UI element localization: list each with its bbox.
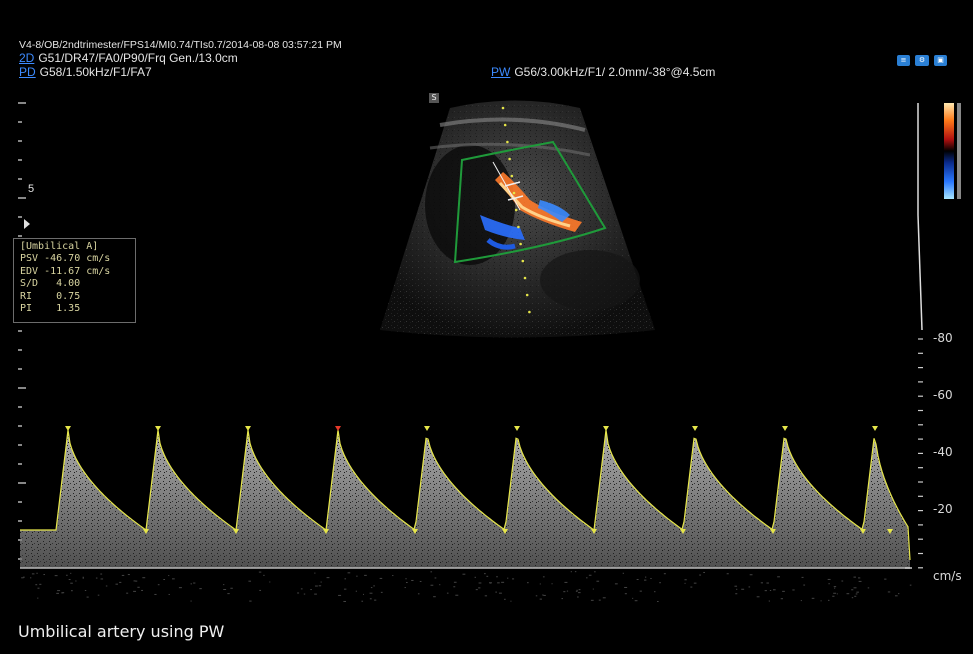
mode-pw-link[interactable]: PW xyxy=(491,65,510,79)
measurement-row-psv: PSV -46.70 cm/s xyxy=(20,253,135,265)
ultrasound-graphics xyxy=(0,0,973,610)
scale-line-lower xyxy=(918,215,922,330)
mode-pd-link[interactable]: PD xyxy=(19,65,36,79)
measurement-row-sd: S/D 4.00 xyxy=(20,278,135,290)
velocity-tick-label: -80 xyxy=(933,331,953,345)
velocity-tick-label: -40 xyxy=(933,445,953,459)
velocity-tick-label: -60 xyxy=(933,388,953,402)
velocity-unit-label: cm/s xyxy=(933,569,962,583)
measurement-row-ri: RI 0.75 xyxy=(20,291,135,303)
measurement-row-pi: PI 1.35 xyxy=(20,303,135,315)
2d-params-row: 2D G51/DR47/FA0/P90/Frq Gen./13.0cm xyxy=(19,52,238,65)
measurement-results: [Umbilical A] PSV -46.70 cm/s EDV -11.67… xyxy=(13,238,136,323)
pd-params-row: PD G58/1.50kHz/F1/FA7 xyxy=(19,66,152,79)
ultrasound-display: V4-8/OB/2ndtrimester/FPS14/MI0.74/TIs0.7… xyxy=(0,0,973,610)
settings-icon[interactable]: ⚙ xyxy=(915,55,929,66)
pw-params: G56/3.00kHz/F1/ 2.0mm/-38°@4.5cm xyxy=(514,65,715,79)
spectral-doppler xyxy=(20,426,911,602)
image-caption: Umbilical artery using PW xyxy=(18,622,224,641)
depth-label: 5 xyxy=(28,183,34,196)
2d-params: G51/DR47/FA0/P90/Frq Gen./13.0cm xyxy=(38,51,237,65)
pw-params-row: PW G56/3.00kHz/F1/ 2.0mm/-38°@4.5cm xyxy=(491,66,715,79)
bmode-sector xyxy=(380,101,655,338)
display-icon[interactable]: ▣ xyxy=(934,55,947,66)
measurement-row-edv: EDV -11.67 cm/s xyxy=(20,266,135,278)
pd-params: G58/1.50kHz/F1/FA7 xyxy=(40,65,152,79)
depth-scale xyxy=(18,103,26,559)
focus-marker-icon[interactable] xyxy=(24,219,30,229)
mode-2d-link[interactable]: 2D xyxy=(19,51,34,65)
freeze-icon[interactable]: ≡ xyxy=(897,55,910,66)
velocity-tick-label: -20 xyxy=(933,502,953,516)
measurement-title: [Umbilical A] xyxy=(20,241,135,253)
color-velocity-bar xyxy=(944,103,961,199)
image-marker: S xyxy=(429,93,439,103)
